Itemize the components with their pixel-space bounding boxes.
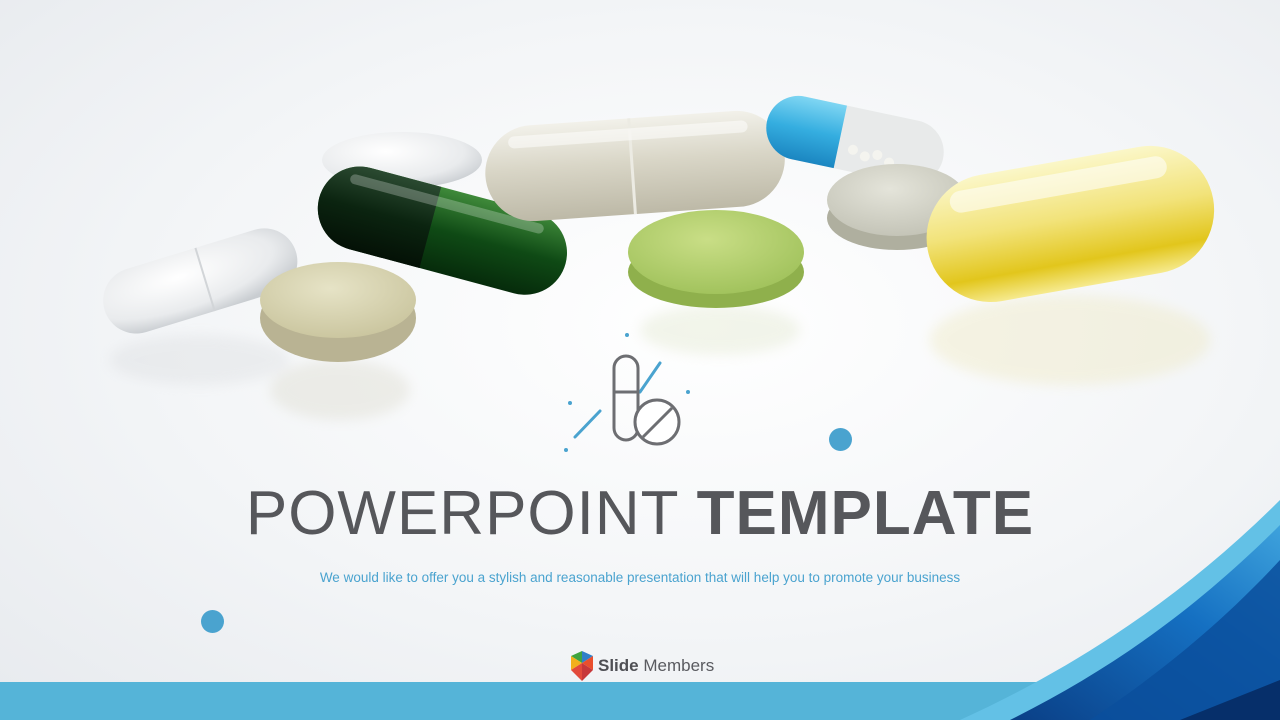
brand-name: Slide Members: [598, 656, 714, 676]
title-slide: POWERPOINT TEMPLATE We would like to off…: [0, 0, 1280, 720]
title-bold-part: TEMPLATE: [696, 479, 1035, 548]
bottom-band: [0, 682, 1280, 720]
decorative-dot: [201, 610, 224, 633]
brand-name-bold: Slide: [598, 656, 639, 675]
pill-capsule-tablet-icon: [564, 333, 690, 452]
slide-title: POWERPOINT TEMPLATE: [0, 478, 1280, 549]
brand-logo-block: Slide Members: [569, 648, 714, 684]
brand-name-rest: Members: [638, 656, 715, 675]
slide-members-logo: [571, 651, 593, 681]
title-light-part: POWERPOINT: [245, 479, 679, 548]
decorative-dot: [829, 428, 852, 451]
slide-subtitle: We would like to offer you a stylish and…: [319, 570, 961, 585]
